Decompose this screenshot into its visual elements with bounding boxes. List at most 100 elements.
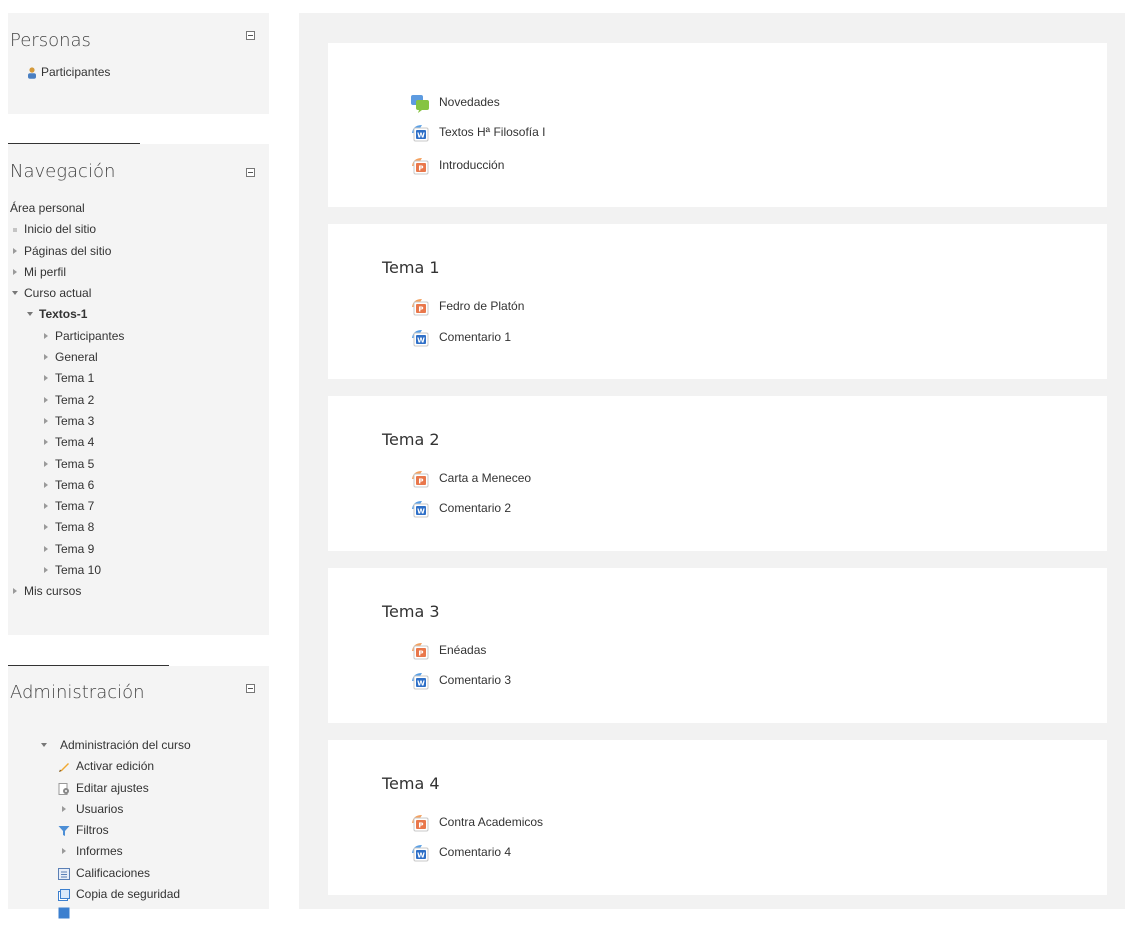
nav-curso-item[interactable]: Tema 10 xyxy=(10,560,260,581)
activity-resource[interactable]: Comentario 3 xyxy=(410,671,610,691)
powerpoint-icon xyxy=(410,297,430,317)
nav-activar-edicion[interactable]: Activar edición xyxy=(10,756,260,777)
nav-curso-actual[interactable]: Curso actual xyxy=(10,283,260,304)
nav-curso-item[interactable]: Tema 3 xyxy=(10,411,260,432)
nav-curso-item[interactable]: Tema 2 xyxy=(10,390,260,411)
navegacion-block: Navegación Área personal Inicio del siti… xyxy=(8,144,269,635)
nav-usuarios[interactable]: Usuarios xyxy=(10,799,260,820)
nav-curso-item[interactable]: Tema 5 xyxy=(10,454,260,475)
nav-mi-perfil[interactable]: Mi perfil xyxy=(10,262,260,283)
powerpoint-icon xyxy=(410,156,430,176)
expand-arrow-icon xyxy=(13,247,17,254)
expand-arrow-icon xyxy=(44,460,48,467)
bullet-icon xyxy=(13,228,17,233)
activity-resource[interactable]: Enéadas xyxy=(410,641,610,661)
activity-resource[interactable]: Contra Academicos xyxy=(410,813,610,833)
nav-calificaciones[interactable]: Calificaciones xyxy=(10,863,260,884)
word-document-icon xyxy=(410,499,430,519)
activity-forum[interactable]: Novedades xyxy=(410,93,610,113)
nav-curso-textos[interactable]: Textos-1 xyxy=(10,304,260,325)
word-document-icon xyxy=(410,671,430,691)
section-title: Tema 3 xyxy=(382,602,440,621)
collapse-icon[interactable] xyxy=(246,684,255,693)
collapse-arrow-icon xyxy=(27,312,33,317)
expand-arrow-icon xyxy=(13,588,17,595)
powerpoint-icon xyxy=(410,641,430,661)
participantes-label: Participantes xyxy=(41,65,111,79)
collapse-arrow-icon xyxy=(41,743,47,747)
navegacion-tree: Área personal Inicio del sitio Páginas d… xyxy=(10,198,260,603)
activity-label: Novedades xyxy=(439,95,500,109)
collapse-icon[interactable] xyxy=(246,168,255,177)
expand-arrow-icon xyxy=(13,268,17,275)
activity-label: Comentario 1 xyxy=(439,330,512,344)
nav-informes[interactable]: Informes xyxy=(10,841,260,862)
activity-label: Carta a Meneceo xyxy=(439,471,532,485)
nav-curso-item[interactable]: Tema 8 xyxy=(10,517,260,538)
personas-title: Personas xyxy=(10,30,91,51)
activity-resource[interactable]: Comentario 1 xyxy=(410,328,610,348)
collapse-icon[interactable] xyxy=(246,31,255,40)
nav-paginas-sitio[interactable]: Páginas del sitio xyxy=(10,241,260,262)
nav-editar-ajustes[interactable]: Editar ajustes xyxy=(10,778,260,799)
personas-block: Personas Participantes xyxy=(8,13,269,114)
activity-label: Textos Hª Filosofía I xyxy=(439,125,546,139)
activity-label: Comentario 3 xyxy=(439,673,512,687)
activity-label: Introducción xyxy=(439,158,505,172)
expand-arrow-icon xyxy=(44,332,48,339)
activity-resource[interactable]: Comentario 2 xyxy=(410,499,610,519)
activity-label: Comentario 2 xyxy=(439,501,512,515)
user-icon xyxy=(28,67,36,79)
expand-arrow-icon xyxy=(44,375,48,382)
expand-arrow-icon xyxy=(44,481,48,488)
expand-arrow-icon xyxy=(44,396,48,403)
nav-filtros[interactable]: Filtros xyxy=(10,820,260,841)
course-section-general: Novedades Textos Hª Filosofía I Introduc… xyxy=(328,43,1107,207)
nav-curso-item[interactable]: Tema 6 xyxy=(10,475,260,496)
nav-curso-item[interactable]: General xyxy=(10,347,260,368)
word-document-icon xyxy=(410,123,430,143)
restore-icon xyxy=(58,907,70,919)
nav-copia-seguridad[interactable]: Copia de seguridad xyxy=(10,884,260,905)
nav-curso-item[interactable]: Tema 7 xyxy=(10,496,260,517)
pencil-icon xyxy=(59,763,69,773)
administracion-tree: Administración del curso Activar edición… xyxy=(10,735,260,927)
word-document-icon xyxy=(410,328,430,348)
expand-arrow-icon xyxy=(44,567,48,574)
powerpoint-icon xyxy=(410,813,430,833)
expand-arrow-icon xyxy=(44,503,48,510)
section-title: Tema 4 xyxy=(382,774,440,793)
expand-arrow-icon xyxy=(44,524,48,531)
activity-resource[interactable]: Fedro de Platón xyxy=(410,297,610,317)
activity-resource[interactable]: Carta a Meneceo xyxy=(410,469,610,489)
powerpoint-icon xyxy=(410,469,430,489)
participantes-link[interactable]: Participantes xyxy=(27,65,157,81)
expand-arrow-icon xyxy=(44,417,48,424)
filter-icon xyxy=(58,826,70,837)
activity-label: Contra Academicos xyxy=(439,815,544,829)
settings-document-icon xyxy=(58,782,69,795)
course-section: Tema 2 Carta a Meneceo Comentario 2 xyxy=(328,396,1107,551)
nav-curso-item[interactable]: Tema 4 xyxy=(10,432,260,453)
collapse-arrow-icon xyxy=(12,291,18,296)
activity-label: Enéadas xyxy=(439,643,487,657)
navegacion-title: Navegación xyxy=(10,161,116,182)
nav-curso-item[interactable]: Participantes xyxy=(10,326,260,347)
activity-resource[interactable]: Comentario 4 xyxy=(410,843,610,863)
activity-resource[interactable]: Introducción xyxy=(410,156,610,176)
word-document-icon xyxy=(410,843,430,863)
nav-area-personal[interactable]: Área personal xyxy=(10,198,260,219)
expand-arrow-icon xyxy=(62,805,66,812)
course-section: Tema 4 Contra Academicos Comentario 4 xyxy=(328,740,1107,895)
nav-inicio-sitio[interactable]: Inicio del sitio xyxy=(10,219,260,240)
nav-admin-curso[interactable]: Administración del curso xyxy=(10,735,260,756)
activity-resource[interactable]: Textos Hª Filosofía I xyxy=(410,123,610,143)
expand-arrow-icon xyxy=(44,439,48,446)
nav-mis-cursos[interactable]: Mis cursos xyxy=(10,581,260,602)
nav-curso-item[interactable]: Tema 9 xyxy=(10,539,260,560)
grades-icon xyxy=(58,867,70,880)
expand-arrow-icon xyxy=(62,848,66,855)
nav-curso-item[interactable]: Tema 1 xyxy=(10,368,260,389)
forum-icon xyxy=(410,93,430,113)
backup-icon xyxy=(58,889,70,902)
